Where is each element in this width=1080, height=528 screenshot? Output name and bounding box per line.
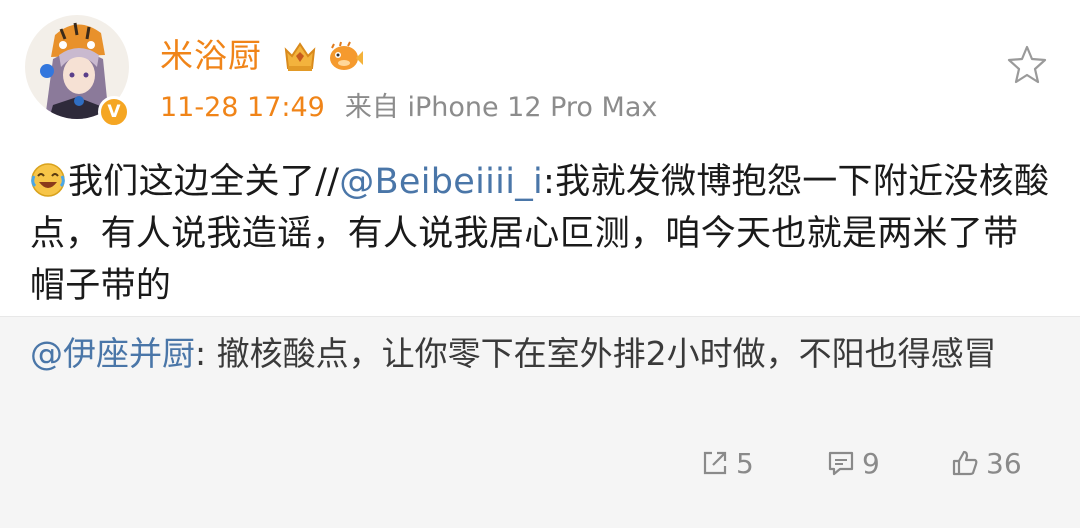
post-source: 来自 iPhone 12 Pro Max [344, 92, 658, 123]
like-icon [952, 450, 978, 476]
pufferfish-badge[interactable] [326, 40, 364, 74]
like-count: 36 [986, 446, 1022, 480]
post-meta: 11-28 17:49 来自 iPhone 12 Pro Max [160, 88, 657, 128]
vip-crown-badge[interactable] [282, 40, 318, 74]
post-time: 11-28 17:49 [160, 92, 325, 123]
repost-block[interactable]: @伊座并厨: 撤核酸点，让你零下在室外排2小时做，不阳也得感冒 5 9 36 [0, 316, 1080, 528]
like-button[interactable]: 36 [950, 441, 1022, 485]
verified-badge: V [98, 96, 130, 128]
post-content: 我们这边全关了//@Beibeiiii_i:我就发微博抱怨一下附近没核酸点，有人… [30, 156, 1050, 312]
author-name[interactable]: 米浴厨 [160, 33, 262, 79]
mention-link[interactable]: @Beibeiiii_i [339, 162, 543, 202]
share-icon [703, 451, 727, 475]
laugh-cry-emoji [31, 163, 65, 197]
comment-icon [828, 451, 854, 476]
weibo-post: V 米浴厨 11-28 17:49 来自 iPhone 12 Pro Max 我们… [0, 0, 1080, 528]
star-icon[interactable] [1006, 43, 1048, 85]
content-text-before: 我们这边全关了// [68, 162, 340, 202]
comment-button[interactable]: 9 [826, 441, 880, 485]
share-button[interactable]: 5 [700, 441, 754, 485]
post-stats: 5 9 36 [0, 441, 1080, 485]
share-count: 5 [736, 446, 754, 480]
repost-body: : 撤核酸点，让你零下在室外排2小时做，不阳也得感冒 [195, 334, 997, 373]
repost-mention-link[interactable]: @伊座并厨 [30, 334, 195, 373]
comment-count: 9 [862, 446, 880, 480]
repost-text: @伊座并厨: 撤核酸点，让你零下在室外排2小时做，不阳也得感冒 [30, 329, 1030, 379]
